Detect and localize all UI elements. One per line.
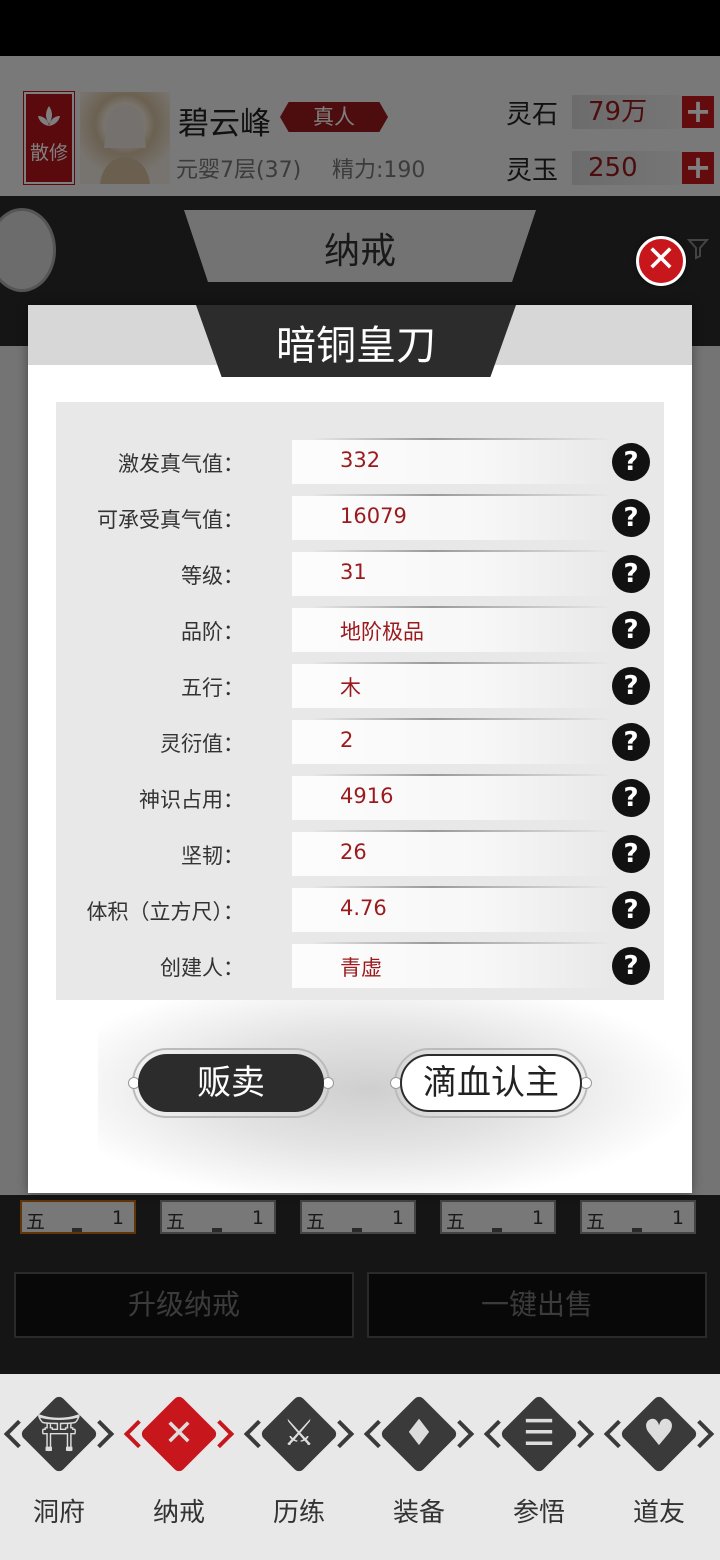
- attribute-row: 创建人： 青虚 ?: [56, 938, 664, 994]
- attribute-key: 激发真气值：: [118, 452, 244, 476]
- help-icon[interactable]: ?: [612, 667, 650, 705]
- attribute-key: 品阶：: [181, 620, 244, 644]
- blood-bind-button-label: 滴血认主: [400, 1054, 582, 1112]
- help-icon[interactable]: ?: [612, 835, 650, 873]
- status-bar: [0, 0, 720, 56]
- attribute-value: 4.76: [340, 896, 387, 920]
- blood-bind-button[interactable]: 滴血认主: [390, 1048, 592, 1118]
- attribute-value: 木: [340, 676, 361, 700]
- attribute-value: 332: [340, 448, 381, 472]
- nav-item-ring[interactable]: ✕ 纳戒: [123, 1394, 235, 1544]
- nav-label: 装备: [392, 1498, 445, 1528]
- nav-label: 洞府: [32, 1498, 85, 1528]
- attribute-value: 26: [340, 840, 367, 864]
- battle-icon: ⚔: [282, 1413, 316, 1454]
- help-icon[interactable]: ?: [612, 891, 650, 929]
- sell-button[interactable]: 贩卖: [128, 1048, 334, 1118]
- help-icon[interactable]: ?: [612, 499, 650, 537]
- nav-item-friends[interactable]: ♥ 道友: [603, 1394, 715, 1544]
- attribute-row: 神识占用： 4916 ?: [56, 770, 664, 826]
- sword-icon: ♦: [402, 1413, 436, 1454]
- attribute-value: 4916: [340, 784, 394, 808]
- attribute-value: 青虚: [340, 956, 382, 980]
- attribute-row: 激发真气值： 332 ?: [56, 434, 664, 490]
- sell-button-label: 贩卖: [138, 1054, 324, 1112]
- nav-item-cave[interactable]: ⛩ 洞府: [3, 1394, 115, 1544]
- handshake-icon: ♥: [642, 1413, 676, 1454]
- attribute-key: 五行：: [181, 676, 244, 700]
- help-icon[interactable]: ?: [612, 779, 650, 817]
- close-icon[interactable]: ✕: [636, 236, 686, 286]
- attribute-value: 31: [340, 560, 367, 584]
- attribute-row: 五行： 木 ?: [56, 658, 664, 714]
- help-icon[interactable]: ?: [612, 723, 650, 761]
- nav-label: 道友: [632, 1498, 685, 1528]
- attribute-row: 等级： 31 ?: [56, 546, 664, 602]
- attribute-row: 可承受真气值： 16079 ?: [56, 490, 664, 546]
- attribute-row: 体积（立方尺）： 4.76 ?: [56, 882, 664, 938]
- attribute-panel: 激发真气值： 332 ? 可承受真气值： 16079 ? 等级： 31 ? 品阶…: [56, 402, 664, 1000]
- attribute-key: 等级：: [181, 564, 244, 588]
- nav-label: 纳戒: [152, 1498, 205, 1528]
- attribute-key: 体积（立方尺）：: [86, 900, 245, 924]
- nav-item-insight[interactable]: ☰ 参悟: [483, 1394, 595, 1544]
- crossed-swords-icon: ✕: [163, 1413, 195, 1454]
- help-icon[interactable]: ?: [612, 611, 650, 649]
- attribute-key: 可承受真气值：: [97, 508, 244, 532]
- attribute-key: 创建人：: [160, 956, 244, 980]
- attribute-value: 16079: [340, 504, 407, 528]
- help-icon[interactable]: ?: [612, 947, 650, 985]
- book-icon: ☰: [522, 1413, 556, 1454]
- item-detail-modal: 暗铜皇刀 激发真气值： 332 ? 可承受真气值： 16079 ? 等级： 31…: [28, 305, 692, 1193]
- attribute-row: 品阶： 地阶极品 ?: [56, 602, 664, 658]
- attribute-value: 地阶极品: [340, 620, 424, 644]
- nav-label: 历练: [272, 1498, 325, 1528]
- attribute-row: 坚韧： 26 ?: [56, 826, 664, 882]
- attribute-row: 灵衍值： 2 ?: [56, 714, 664, 770]
- attribute-value: 2: [340, 728, 354, 752]
- attribute-key: 坚韧：: [181, 844, 244, 868]
- help-icon[interactable]: ?: [612, 555, 650, 593]
- nav-label: 参悟: [512, 1498, 565, 1528]
- help-icon[interactable]: ?: [612, 443, 650, 481]
- nav-item-training[interactable]: ⚔ 历练: [243, 1394, 355, 1544]
- attribute-key: 灵衍值：: [160, 732, 244, 756]
- attribute-key: 神识占用：: [139, 788, 244, 812]
- item-title: 暗铜皇刀: [276, 323, 436, 369]
- nav-item-equipment[interactable]: ♦ 装备: [363, 1394, 475, 1544]
- pavilion-icon: ⛩: [36, 1413, 82, 1454]
